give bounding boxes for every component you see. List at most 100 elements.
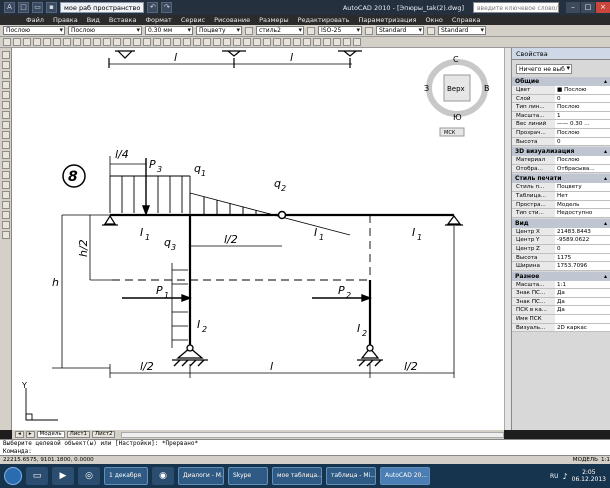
prop-row[interactable]: Тип сти... Недоступно — [512, 209, 610, 218]
ellipse-arc-icon[interactable] — [1, 151, 10, 159]
prop-row[interactable]: Цвет ■ Послою — [512, 86, 610, 95]
spline-icon[interactable] — [1, 131, 10, 139]
prop-value[interactable]: Послою — [555, 156, 610, 164]
prop-row[interactable]: Центр Y -9589.0622 — [512, 236, 610, 245]
volume-icon[interactable]: ♪ — [563, 472, 568, 481]
standard-combo-2[interactable]: Standard — [438, 26, 486, 35]
markup-icon[interactable] — [193, 38, 201, 46]
design-center-icon[interactable] — [163, 38, 171, 46]
search-input[interactable]: введите ключевое слово/фразу — [473, 2, 559, 23]
mtext-icon[interactable] — [1, 231, 10, 239]
prop-value[interactable]: Послою — [555, 103, 610, 111]
rectangle-icon[interactable] — [263, 38, 271, 46]
polygon-icon[interactable] — [1, 81, 10, 89]
zoom-previous-icon[interactable] — [143, 38, 151, 46]
prop-value[interactable]: Да — [555, 289, 610, 297]
minimize-icon[interactable]: – — [566, 2, 580, 13]
prop-value[interactable]: 1753.7096 — [555, 262, 610, 270]
media-player-icon[interactable]: ▶ — [52, 467, 74, 485]
tab-nav-next-icon[interactable]: ▸ — [25, 431, 35, 438]
properties-icon[interactable] — [153, 38, 161, 46]
line-icon[interactable] — [223, 38, 231, 46]
prop-value[interactable]: 1175 — [555, 253, 610, 262]
prop-row[interactable]: Отобра... Отбрасыва... — [512, 164, 610, 174]
prop-row[interactable]: Простра... Модель — [512, 200, 610, 210]
prop-value[interactable]: Послою — [555, 128, 610, 137]
explorer-icon[interactable]: ▭ — [26, 467, 48, 485]
redo-icon[interactable]: ↷ — [161, 2, 173, 13]
point-icon[interactable] — [1, 181, 10, 189]
menu-file[interactable]: Файл — [26, 16, 44, 24]
tab-sheet2[interactable]: Лист2 — [92, 431, 116, 438]
hatch-tool-icon[interactable] — [1, 191, 10, 199]
prop-value[interactable]: Нет — [555, 191, 610, 200]
undo-icon[interactable]: ↶ — [147, 2, 159, 13]
prop-row[interactable]: Высота 0 — [512, 137, 610, 147]
calculator-icon[interactable] — [203, 38, 211, 46]
layer-combo[interactable]: Послою — [3, 26, 65, 35]
collapse-icon[interactable]: ▴ — [604, 272, 607, 281]
new-file-icon[interactable]: □ — [18, 2, 29, 13]
line-tool-icon[interactable] — [1, 51, 10, 59]
circle-tool-icon[interactable] — [1, 111, 10, 119]
style-icon[interactable] — [245, 26, 253, 35]
menu-window[interactable]: Окно — [426, 16, 443, 24]
table-icon[interactable] — [365, 26, 373, 35]
task-item-word-2[interactable]: таблица - Mi... — [326, 467, 376, 485]
mirror-icon[interactable] — [343, 38, 351, 46]
erase-icon[interactable] — [353, 38, 361, 46]
prop-value[interactable]: -9589.0622 — [555, 236, 610, 244]
drawing-canvas[interactable]: l l 8 l/4 P 3 q 1 q 2 I 1 I 1 I 1 l/2 q … — [12, 48, 504, 430]
sheet-set-icon[interactable] — [183, 38, 191, 46]
save-icon[interactable]: ▪ — [46, 2, 57, 13]
prop-row[interactable]: Стиль п... Поцвету — [512, 183, 610, 192]
drawing-area[interactable]: l l 8 l/4 P 3 q 1 q 2 I 1 I 1 I 1 l/2 q … — [12, 48, 504, 430]
prop-value[interactable] — [555, 315, 610, 323]
menu-modify[interactable]: Редактировать — [298, 16, 350, 24]
prop-value[interactable]: Модель — [555, 200, 610, 209]
rectangle-tool-icon[interactable] — [1, 91, 10, 99]
prop-row[interactable]: Масшта... 1:1 — [512, 280, 610, 290]
copy-icon[interactable] — [63, 38, 71, 46]
save-icon[interactable] — [23, 38, 31, 46]
zoom-icon[interactable] — [123, 38, 131, 46]
menu-draw[interactable]: Рисование — [214, 16, 250, 24]
annotation-scale[interactable]: 1:1 — [601, 456, 610, 464]
dimstyle-combo[interactable]: стиль2 — [256, 26, 304, 35]
prop-value[interactable]: 2D каркас — [555, 323, 610, 332]
paste-icon[interactable] — [73, 38, 81, 46]
section-plot-style[interactable]: Стиль печати ▴ — [512, 174, 610, 184]
section-3d[interactable]: 3D визуализация ▴ — [512, 147, 610, 157]
prop-value[interactable]: 0 — [555, 137, 610, 146]
menu-dimension[interactable]: Размеры — [259, 16, 289, 24]
prop-value[interactable]: ■ Послою — [555, 86, 610, 94]
clock[interactable]: 2:05 06.12.2013 — [572, 469, 606, 483]
prop-value[interactable]: Отбрасыва... — [555, 164, 610, 173]
tab-model[interactable]: Модель — [36, 431, 65, 438]
match-properties-icon[interactable] — [83, 38, 91, 46]
arc-tool-icon[interactable] — [1, 101, 10, 109]
section-view[interactable]: Вид ▴ — [512, 218, 610, 228]
prop-row[interactable]: Знак ПС... Да — [512, 289, 610, 298]
collapse-icon[interactable]: ▴ — [604, 147, 607, 156]
new-icon[interactable] — [3, 38, 11, 46]
viewcube-north[interactable]: С — [453, 55, 459, 64]
ucs-menu-label[interactable]: МСК — [444, 130, 456, 136]
vertical-scrollbar[interactable] — [504, 48, 511, 430]
prop-value[interactable]: 1:1 — [555, 280, 610, 289]
prop-value[interactable]: Да — [555, 297, 610, 306]
print-icon[interactable] — [33, 38, 41, 46]
maximize-icon[interactable]: □ — [581, 2, 595, 13]
prop-row[interactable]: Визуаль... 2D каркас — [512, 323, 610, 333]
menu-format[interactable]: Формат — [145, 16, 171, 24]
construction-line-icon[interactable] — [1, 61, 10, 69]
make-block-icon[interactable] — [1, 171, 10, 179]
task-item-word-1[interactable]: мое таблица... — [272, 467, 322, 485]
viewcube-east[interactable]: В — [484, 84, 490, 93]
offset-icon[interactable] — [333, 38, 341, 46]
chrome-icon[interactable]: ◎ — [78, 467, 100, 485]
circle-icon[interactable] — [253, 38, 261, 46]
task-item-dialogs[interactable]: Диалоги - M... — [178, 467, 224, 485]
close-icon[interactable]: × — [596, 2, 610, 13]
text-icon[interactable] — [283, 38, 291, 46]
